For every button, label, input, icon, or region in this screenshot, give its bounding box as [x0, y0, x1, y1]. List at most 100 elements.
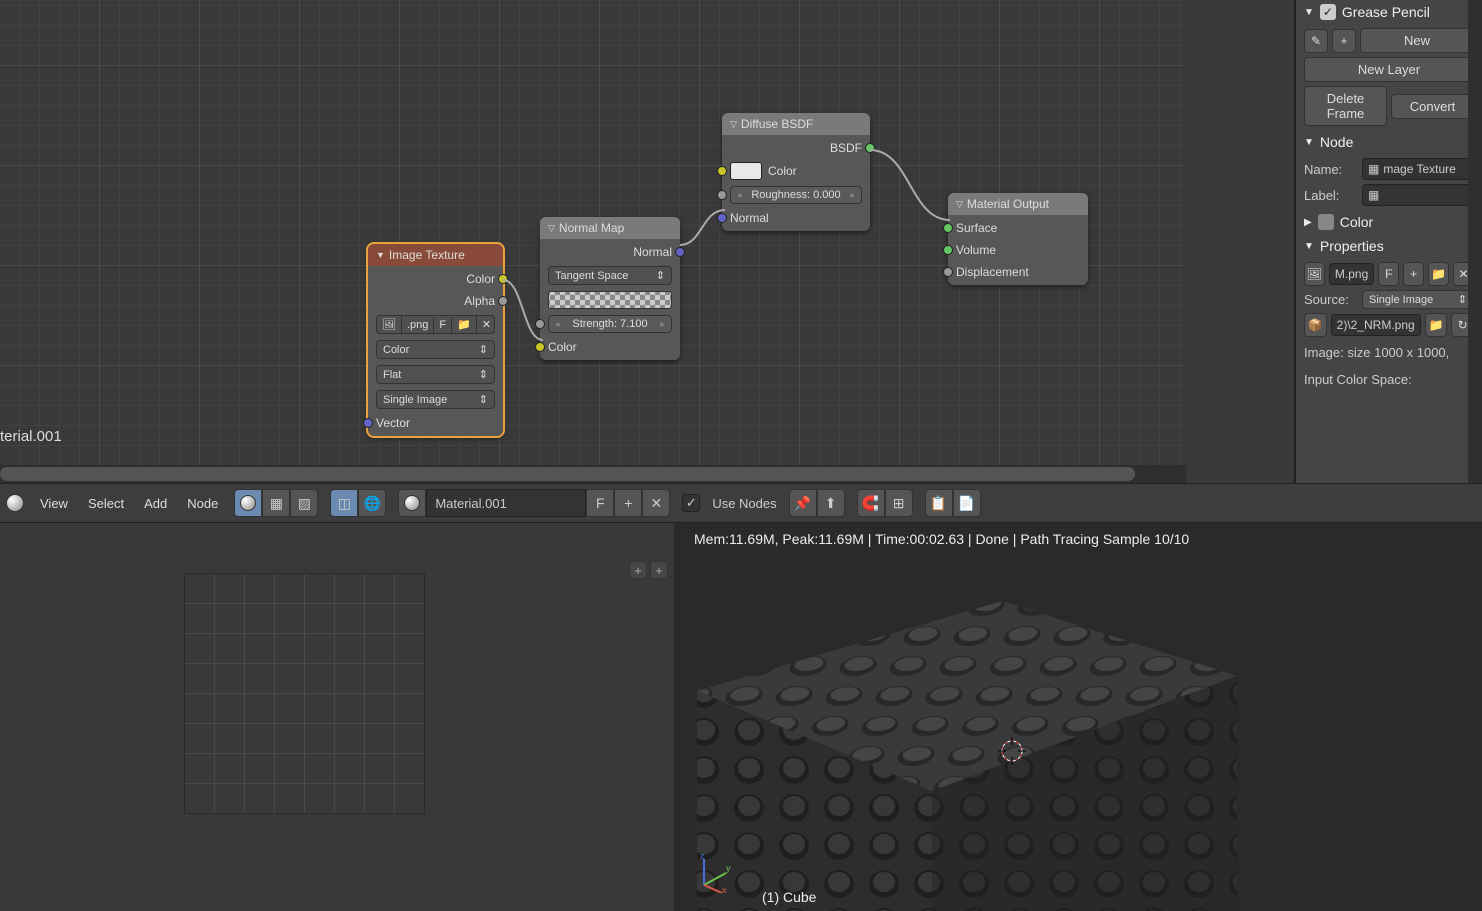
- socket-vector-in[interactable]: [363, 418, 373, 428]
- editor-type-icon[interactable]: [6, 494, 24, 512]
- uv-editor[interactable]: + +: [0, 523, 674, 911]
- fake-user-button[interactable]: F: [586, 489, 614, 517]
- use-nodes-checkbox[interactable]: ✓: [682, 494, 700, 512]
- new-layer-button[interactable]: New Layer: [1304, 57, 1474, 82]
- sidebar-vscroll[interactable]: [1468, 0, 1482, 485]
- panel-properties[interactable]: ▼ Properties: [1296, 234, 1482, 258]
- unlink-material-icon[interactable]: ✕: [642, 489, 670, 517]
- toggle-properties-icon[interactable]: +: [650, 561, 668, 579]
- collapse-icon[interactable]: ▼: [376, 250, 385, 260]
- roughness-field[interactable]: ◂Roughness: 0.000▸: [730, 186, 862, 204]
- image-file-selector[interactable]: 🖼 .png F 📁 ✕: [376, 315, 495, 334]
- material-name-input[interactable]: Material.001: [426, 489, 586, 517]
- menu-view[interactable]: View: [36, 496, 72, 511]
- socket-roughness-in[interactable]: [717, 190, 727, 200]
- colorspace-dropdown[interactable]: Color⇕: [376, 340, 495, 359]
- open-file-icon[interactable]: 📁: [452, 316, 477, 333]
- socket-normal-out[interactable]: [675, 247, 685, 257]
- expand-icon[interactable]: ▶: [1304, 217, 1312, 228]
- add-material-icon[interactable]: +: [614, 489, 642, 517]
- texture-tree-icon[interactable]: ▨: [290, 489, 318, 517]
- panel-grease-pencil[interactable]: ▼ ✓ Grease Pencil: [1296, 0, 1482, 24]
- grease-pencil-checkbox[interactable]: ✓: [1320, 4, 1336, 20]
- collapse-icon[interactable]: ▽: [548, 223, 555, 234]
- convert-button[interactable]: Convert: [1391, 94, 1474, 119]
- add-icon[interactable]: +: [1332, 29, 1356, 53]
- open-image-icon[interactable]: 📁: [1428, 262, 1449, 286]
- snap-buttons[interactable]: 🧲 ⊞: [857, 489, 913, 517]
- menu-add[interactable]: Add: [140, 496, 171, 511]
- strength-field[interactable]: ◂Strength: 7.100▸: [548, 315, 672, 333]
- object-shader-icon[interactable]: ◫: [330, 489, 358, 517]
- tree-type-buttons[interactable]: ▦ ▨: [234, 489, 318, 517]
- uvmap-selector[interactable]: [548, 291, 672, 309]
- pencil-icon[interactable]: ✎: [1304, 29, 1328, 53]
- 3d-viewport[interactable]: Mem:11.69M, Peak:11.69M | Time:00:02.63 …: [674, 523, 1482, 911]
- scrollbar-thumb[interactable]: [0, 467, 1135, 481]
- socket-strength-in[interactable]: [535, 319, 545, 329]
- fake-user-button[interactable]: F: [434, 317, 452, 333]
- node-editor[interactable]: terial.001 ▼ Image Texture Color Alpha 🖼…: [0, 0, 1186, 465]
- pin-icon[interactable]: 📌: [789, 489, 817, 517]
- compositor-tree-icon[interactable]: ▦: [262, 489, 290, 517]
- panel-node[interactable]: ▼ Node: [1296, 130, 1482, 154]
- clipboard-buttons[interactable]: 📋 📄: [925, 489, 981, 517]
- image-path-input[interactable]: 2)\2_NRM.png: [1331, 314, 1421, 336]
- socket-volume-in[interactable]: [943, 245, 953, 255]
- socket-alpha-out[interactable]: [498, 296, 508, 306]
- node-normal-map[interactable]: ▽ Normal Map Normal Tangent Space⇕ ◂Stre…: [540, 217, 680, 360]
- add-image-icon[interactable]: +: [1403, 262, 1424, 286]
- node-material-output[interactable]: ▽ Material Output Surface Volume Displac…: [948, 193, 1088, 285]
- socket-normal-in[interactable]: [717, 213, 727, 223]
- socket-displacement-in[interactable]: [943, 267, 953, 277]
- uv-grid[interactable]: [184, 573, 425, 814]
- snap-icon[interactable]: 🧲: [857, 489, 885, 517]
- node-diffuse-bsdf[interactable]: ▽ Diffuse BSDF BSDF Color ◂Roughness: 0.…: [722, 113, 870, 231]
- pack-icon[interactable]: 📦: [1304, 313, 1327, 337]
- delete-frame-button[interactable]: Delete Frame: [1304, 86, 1387, 126]
- fake-user-button[interactable]: F: [1378, 262, 1399, 286]
- world-shader-icon[interactable]: 🌐: [358, 489, 386, 517]
- snap-type-icon[interactable]: ⊞: [885, 489, 913, 517]
- collapse-icon[interactable]: ▼: [1304, 7, 1314, 18]
- new-button[interactable]: New: [1360, 28, 1474, 53]
- collapse-icon[interactable]: ▽: [956, 199, 963, 210]
- collapse-icon[interactable]: ▼: [1304, 241, 1314, 252]
- collapse-icon[interactable]: ▼: [1304, 137, 1314, 148]
- color-checkbox[interactable]: [1318, 214, 1334, 230]
- collapse-icon[interactable]: ▽: [730, 119, 737, 130]
- node-header[interactable]: ▽ Diffuse BSDF: [722, 113, 870, 135]
- node-name-input[interactable]: ▦mage Texture: [1362, 158, 1474, 180]
- node-header[interactable]: ▽ Normal Map: [540, 217, 680, 239]
- space-dropdown[interactable]: Tangent Space⇕: [548, 266, 672, 285]
- color-swatch[interactable]: [730, 162, 762, 180]
- menu-node[interactable]: Node: [183, 496, 222, 511]
- paste-icon[interactable]: 📄: [953, 489, 981, 517]
- image-name-input[interactable]: M.png: [1329, 263, 1374, 285]
- image-icon[interactable]: 🖼: [1304, 262, 1325, 286]
- shader-type-buttons[interactable]: ◫ 🌐: [330, 489, 386, 517]
- image-filename[interactable]: .png: [402, 317, 434, 333]
- socket-color-out[interactable]: [498, 274, 508, 284]
- shader-tree-icon[interactable]: [234, 489, 262, 517]
- projection-dropdown[interactable]: Flat⇕: [376, 365, 495, 384]
- node-image-texture[interactable]: ▼ Image Texture Color Alpha 🖼 .png F 📁 ✕…: [368, 244, 503, 436]
- socket-surface-in[interactable]: [943, 223, 953, 233]
- copy-icon[interactable]: 📋: [925, 489, 953, 517]
- panel-color[interactable]: ▶ Color: [1296, 210, 1482, 234]
- material-icon[interactable]: [398, 489, 426, 517]
- pin-buttons[interactable]: 📌 ⬆: [789, 489, 845, 517]
- go-parent-icon[interactable]: ⬆: [817, 489, 845, 517]
- browse-icon[interactable]: 📁: [1425, 313, 1448, 337]
- node-header[interactable]: ▼ Image Texture: [368, 244, 503, 266]
- unlink-icon[interactable]: ✕: [477, 316, 496, 333]
- socket-color-in[interactable]: [535, 342, 545, 352]
- source-dropdown[interactable]: Single Image⇕: [1362, 290, 1474, 309]
- menu-select[interactable]: Select: [84, 496, 128, 511]
- source-dropdown[interactable]: Single Image⇕: [376, 390, 495, 409]
- node-label-input[interactable]: ▦: [1362, 184, 1474, 206]
- toggle-toolbar-icon[interactable]: +: [629, 561, 647, 579]
- node-editor-hscroll[interactable]: [0, 465, 1186, 483]
- socket-bsdf-out[interactable]: [865, 143, 875, 153]
- socket-color-in[interactable]: [717, 166, 727, 176]
